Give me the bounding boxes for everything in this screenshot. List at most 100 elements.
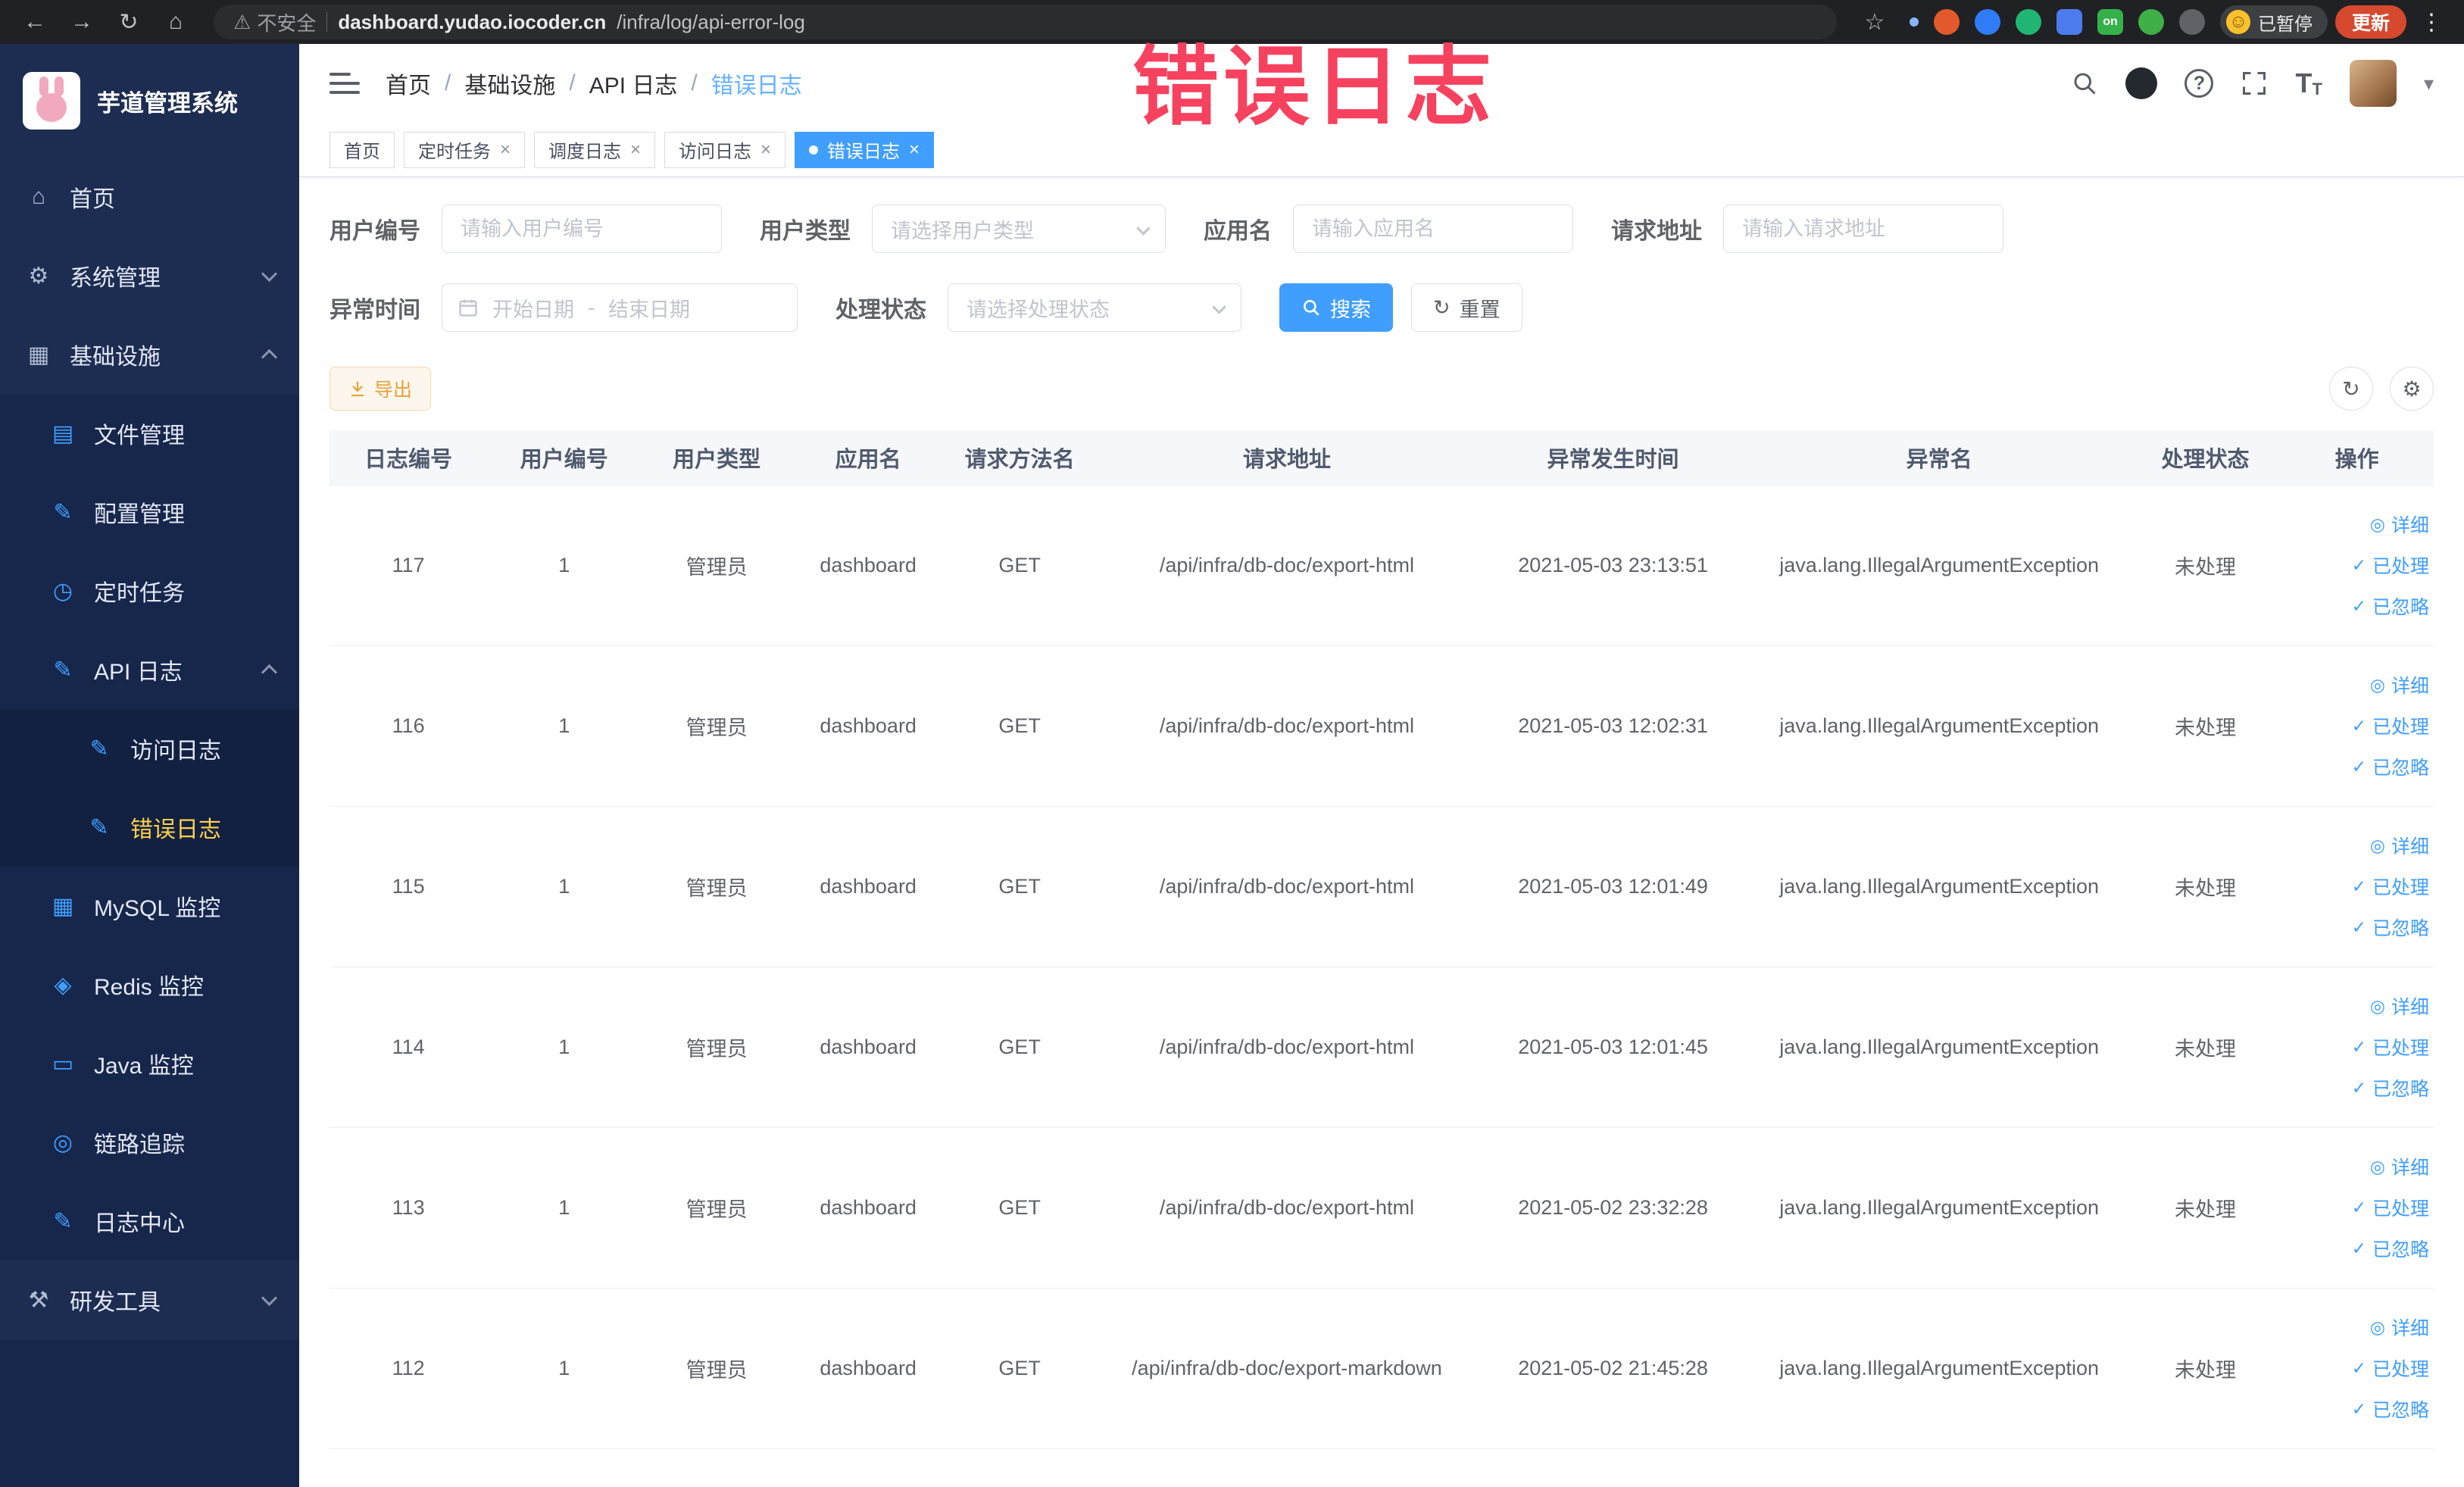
cell-exception-name: java.lang.IllegalArgumentException xyxy=(1747,967,2131,1128)
detail-link[interactable]: ◎ 详细 xyxy=(2370,992,2429,1020)
ignored-link[interactable]: ✓ 已忽略 xyxy=(2352,592,2429,620)
cell-request-url: /api/infra/db-doc/export-html xyxy=(1095,645,1479,807)
sidebar-item-mysql-monitor[interactable]: ▦ MySQL 监控 xyxy=(0,867,299,945)
close-icon[interactable]: × xyxy=(630,140,641,159)
sidebar-item-redis-monitor[interactable]: ◈ Redis 监控 xyxy=(0,945,299,1024)
search-button[interactable]: 搜索 xyxy=(1279,283,1393,332)
close-icon[interactable]: × xyxy=(500,140,511,159)
user-avatar[interactable] xyxy=(2349,60,2397,107)
cell-user-id: 1 xyxy=(487,645,642,807)
tab-error-log[interactable]: 错误日志 × xyxy=(795,131,935,168)
help-icon[interactable]: ? xyxy=(2184,69,2214,98)
sidebar-item-access-log[interactable]: ✎ 访问日志 xyxy=(0,709,299,788)
breadcrumb-home[interactable]: 首页 xyxy=(386,67,431,100)
fullscreen-icon[interactable] xyxy=(2241,70,2268,97)
table-refresh-button[interactable]: ↻ xyxy=(2329,367,2373,411)
sidebar-item-label: Java 监控 xyxy=(94,1054,194,1079)
close-icon[interactable]: × xyxy=(909,140,920,159)
browser-forward-icon[interactable]: → xyxy=(62,2,101,42)
user-id-input[interactable] xyxy=(442,205,722,253)
request-url-input[interactable] xyxy=(1723,205,2003,253)
extension-on-icon[interactable]: on xyxy=(2097,9,2123,35)
extension-icon-3[interactable] xyxy=(2015,9,2041,35)
extension-icon-2[interactable] xyxy=(1974,9,2000,35)
process-status-select[interactable]: 请选择处理状态 xyxy=(948,283,1241,332)
processed-link-label: 已处理 xyxy=(2372,717,2429,738)
detail-link[interactable]: ◎ 详细 xyxy=(2370,511,2429,538)
tab-home[interactable]: 首页 xyxy=(329,131,395,168)
tab-scheduled-tasks[interactable]: 定时任务 × xyxy=(404,131,526,168)
export-button[interactable]: 导出 xyxy=(329,367,432,411)
sidebar-item-trace[interactable]: ◎ 链路追踪 xyxy=(0,1103,299,1182)
extension-icon-1[interactable] xyxy=(1933,9,1960,35)
ignored-link[interactable]: ✓ 已忽略 xyxy=(2352,914,2429,941)
browser-menu-icon[interactable]: ⋮ xyxy=(2414,9,2449,36)
address-bar[interactable]: ⚠ 不安全 dashboard.yudao.iocoder.cn/infra/l… xyxy=(214,5,1837,39)
extension-paw-icon[interactable] xyxy=(2178,9,2205,35)
check-icon: ✓ xyxy=(2351,1077,2366,1098)
reset-button[interactable]: ↻ 重置 xyxy=(1411,283,1522,332)
bookmark-star-icon[interactable]: ☆ xyxy=(1855,2,1894,42)
chevron-down-icon xyxy=(261,1289,278,1306)
sidebar-item-file-management[interactable]: ▤ 文件管理 xyxy=(0,394,299,473)
sidebar-item-config-management[interactable]: ✎ 配置管理 xyxy=(0,473,299,551)
search-icon[interactable] xyxy=(2071,70,2098,97)
process-status-label: 处理状态 xyxy=(835,298,926,323)
font-size-icon[interactable]: TT xyxy=(2295,67,2322,99)
detail-link[interactable]: ◎ 详细 xyxy=(2370,832,2429,859)
cell-log-id: 113 xyxy=(329,1127,488,1289)
sidebar-item-dev-tools[interactable]: ⚒ 研发工具 xyxy=(0,1261,299,1339)
ignored-link[interactable]: ✓ 已忽略 xyxy=(2352,1074,2429,1101)
processed-link[interactable]: ✓ 已处理 xyxy=(2352,873,2429,900)
processed-link[interactable]: ✓ 已处理 xyxy=(2352,1194,2429,1221)
processed-link[interactable]: ✓ 已处理 xyxy=(2352,551,2429,579)
sidebar-item-system-management[interactable]: ⚙ 系统管理 xyxy=(0,236,299,315)
profile-paused-chip[interactable]: ☺ 已暂停 xyxy=(2219,5,2328,39)
detail-link[interactable]: ◎ 详细 xyxy=(2370,671,2429,698)
detail-link[interactable]: ◎ 详细 xyxy=(2370,1314,2429,1341)
sidebar-item-error-log[interactable]: ✎ 错误日志 xyxy=(0,788,299,867)
breadcrumb-infrastructure[interactable]: 基础设施 xyxy=(464,67,555,100)
sidebar-item-infrastructure[interactable]: ▦ 基础设施 xyxy=(0,315,299,394)
close-icon[interactable]: × xyxy=(760,140,771,159)
tab-access-log[interactable]: 访问日志 × xyxy=(664,131,786,168)
user-type-select[interactable]: 请选择用户类型 xyxy=(872,205,1166,253)
home-icon: ⌂ xyxy=(31,184,46,209)
sidebar-item-log-center[interactable]: ✎ 日志中心 xyxy=(0,1182,299,1261)
sidebar-item-home[interactable]: ⌂ 首页 xyxy=(0,158,299,236)
chevron-down-icon xyxy=(1136,221,1151,236)
extension-icon-4[interactable] xyxy=(2056,9,2082,35)
sidebar-item-api-log[interactable]: ✎ API 日志 xyxy=(0,630,299,709)
profile-emoji-icon: ☺ xyxy=(2225,10,2250,34)
browser-update-button[interactable]: 更新 xyxy=(2334,5,2406,39)
ignored-link[interactable]: ✓ 已忽略 xyxy=(2352,753,2429,780)
caret-down-icon[interactable]: ▾ xyxy=(2424,72,2434,95)
tab-schedule-log[interactable]: 调度日志 × xyxy=(534,131,656,168)
ignored-link[interactable]: ✓ 已忽略 xyxy=(2352,1235,2429,1262)
sidebar-item-scheduled-tasks[interactable]: ◷ 定时任务 xyxy=(0,551,299,630)
browser-reload-icon[interactable]: ↻ xyxy=(109,2,148,42)
reset-button-label: 重置 xyxy=(1459,298,1501,321)
start-date-placeholder: 开始日期 xyxy=(492,298,574,321)
browser-back-icon[interactable]: ← xyxy=(15,2,55,42)
menu-fold-icon[interactable] xyxy=(329,73,360,94)
sidebar-item-java-monitor[interactable]: ▭ Java 监控 xyxy=(0,1024,299,1103)
detail-link-label: 详细 xyxy=(2391,676,2429,697)
table-settings-button[interactable]: ⚙ xyxy=(2390,367,2434,411)
col-exception-name: 异常名 xyxy=(1747,430,2131,486)
processed-link[interactable]: ✓ 已处理 xyxy=(2352,712,2429,739)
github-icon[interactable] xyxy=(2125,67,2158,99)
processed-link[interactable]: ✓ 已处理 xyxy=(2352,1354,2429,1382)
api-log-submenu: ✎ 访问日志 ✎ 错误日志 xyxy=(0,709,299,867)
sidebar-logo[interactable]: 芋道管理系统 xyxy=(0,44,299,158)
detail-link[interactable]: ◎ 详细 xyxy=(2370,1153,2429,1180)
ignored-link[interactable]: ✓ 已忽略 xyxy=(2352,1395,2429,1423)
app-name-input[interactable] xyxy=(1293,205,1573,253)
browser-home-icon[interactable]: ⌂ xyxy=(156,2,195,42)
extension-icon-5[interactable] xyxy=(2138,9,2164,35)
processed-link[interactable]: ✓ 已处理 xyxy=(2352,1033,2429,1061)
cell-actions: ◎ 详细 ✓ 已处理 ✓ 已忽略 xyxy=(2280,1288,2434,1449)
check-icon: ✓ xyxy=(2351,1398,2366,1419)
exception-time-range[interactable]: 开始日期 - 结束日期 xyxy=(442,283,798,332)
breadcrumb-api-log[interactable]: API 日志 xyxy=(589,67,678,100)
